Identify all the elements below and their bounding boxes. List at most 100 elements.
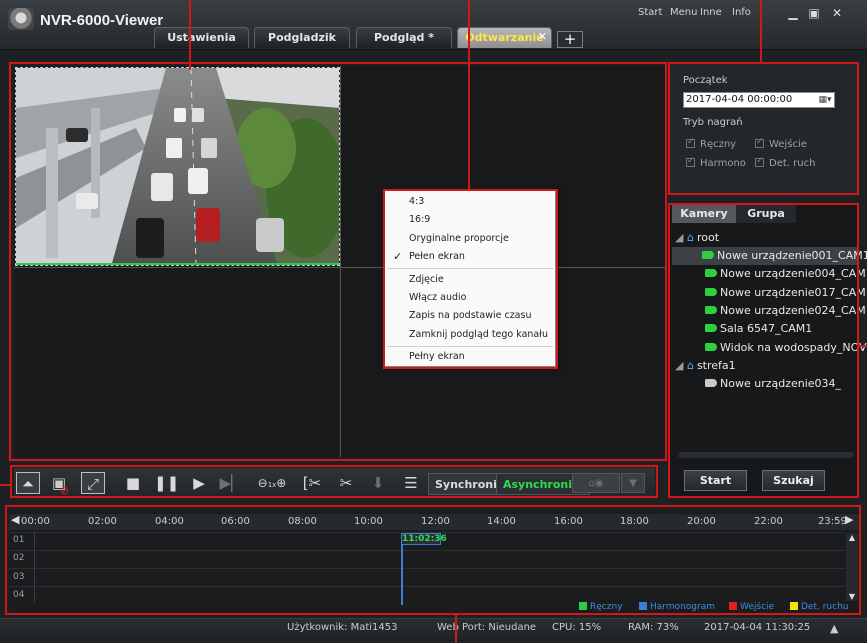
chevron-down-icon[interactable]: ▼ — [621, 473, 645, 493]
tree-label: Nowe urządzenie004_CAM1 — [720, 267, 867, 280]
camera-icon — [705, 288, 717, 296]
fullscreen-icon[interactable]: ⤢ — [81, 472, 105, 494]
timeline-row[interactable] — [9, 568, 845, 586]
list-icon[interactable]: ☰ — [399, 472, 423, 494]
menu-item-audio[interactable]: Włącz audio — [409, 290, 466, 306]
tree-camera-001[interactable]: Nowe urządzenie001_CAM1 — [672, 247, 867, 265]
tree-camera-017[interactable]: Nowe urządzenie017_CAM1 — [675, 284, 867, 302]
tab-odtwarzanie[interactable]: Odtwarzanie ✕ — [457, 27, 552, 48]
mode-schedule-checkbox[interactable]: Harmono — [686, 156, 746, 169]
tab-close-icon[interactable]: ✕ — [538, 27, 547, 47]
menu-item-4-3[interactable]: 4:3 — [409, 194, 424, 210]
timeline-row[interactable] — [9, 550, 845, 568]
tree-camera-024[interactable]: Nowe urządzenie024_CAM1 — [675, 302, 867, 320]
maximize-icon[interactable]: ▣ — [805, 5, 823, 21]
menu-item-16-9[interactable]: 16:9 — [409, 212, 430, 228]
menu-item-fill-screen[interactable]: Pełen ekran — [409, 249, 465, 265]
camera-view-1[interactable] — [15, 67, 340, 266]
mode-manual-checkbox[interactable]: Ręczny — [686, 137, 736, 150]
minimize-icon[interactable]: ▁ — [784, 5, 802, 21]
grid-divider — [14, 267, 665, 268]
camera-feed-image — [16, 68, 339, 265]
tab-groups[interactable]: Grupa — [736, 205, 796, 223]
menu-start[interactable]: Start — [638, 7, 662, 18]
tick-label: 14:00 — [487, 516, 516, 527]
legend-manual: Ręczny — [579, 602, 623, 612]
tree-group-strefa1[interactable]: ◢ ⌂ strefa1 — [675, 357, 736, 375]
home-icon: ⌂ — [686, 359, 694, 372]
tree-label: Nowe urządzenie034_ — [720, 377, 842, 390]
tree-camera-004[interactable]: Nowe urządzenie004_CAM1 — [675, 265, 867, 283]
timeline-left-icon[interactable]: ◀ — [11, 513, 19, 526]
annotation-pointer — [0, 484, 10, 486]
menu-item-original-ratio[interactable]: Oryginalne proporcje — [409, 231, 509, 247]
step-forward-icon[interactable]: ▶▏ — [219, 472, 243, 494]
layout-toggle-icon[interactable]: ⏶ — [16, 472, 40, 494]
menu-separator — [387, 268, 553, 269]
tree-camera-034[interactable]: Nowe urządzenie034_ — [675, 375, 841, 393]
tab-podgladzik[interactable]: Podgladzik — [254, 27, 350, 48]
menu-item-fullscreen[interactable]: Pełny ekran — [409, 349, 465, 365]
legend-label: Ręczny — [590, 602, 623, 612]
menu-item-close-view[interactable]: Zamknij podgląd tego kanału — [409, 327, 548, 343]
tick-label: 10:00 — [354, 516, 383, 527]
tab-ustawienia[interactable]: Ustawienia — [154, 27, 249, 48]
timeline-divider — [34, 532, 35, 602]
start-label: Początek — [683, 75, 728, 86]
speed-value: 1x — [267, 481, 277, 489]
legend-swatch — [729, 602, 737, 610]
tree-camera-sala[interactable]: Sala 6547_CAM1 — [675, 320, 812, 338]
legend-schedule: Harmonogram — [639, 602, 715, 612]
start-button[interactable]: Start — [684, 470, 747, 491]
tick-label: 23:59 — [818, 516, 847, 527]
calendar-icon[interactable]: ▦▾ — [817, 94, 833, 106]
search-button[interactable]: Szukaj — [762, 470, 825, 491]
speed-control[interactable]: ⊖1x⊕ — [248, 472, 296, 494]
legend-swatch — [579, 602, 587, 610]
tick-label: 12:00 — [421, 516, 450, 527]
menu-info[interactable]: Info — [732, 7, 751, 18]
timeline-row[interactable] — [9, 586, 845, 604]
mode-motion-checkbox[interactable]: Det. ruch — [755, 156, 816, 169]
expand-up-icon[interactable]: ▲ — [830, 622, 838, 635]
stop-icon[interactable]: ■ — [121, 472, 145, 494]
tab-label: Podgląd * — [373, 31, 435, 44]
close-icon[interactable]: ✕ — [828, 5, 846, 21]
legend-input: Wejście — [729, 602, 774, 612]
tree-label: Nowe urządzenie001_CAM1 — [717, 249, 867, 262]
timeline-scrollbar[interactable]: ▲ ▼ — [846, 533, 858, 601]
add-tab-button[interactable]: + — [557, 31, 583, 48]
tree-label: strefa1 — [696, 359, 736, 372]
tab-podglad[interactable]: Podgląd * — [356, 27, 452, 48]
checkbox-label: Det. ruch — [769, 158, 816, 169]
tick-label: 06:00 — [221, 516, 250, 527]
scroll-up-icon[interactable]: ▲ — [846, 533, 858, 542]
tree-scrollbar[interactable] — [678, 452, 854, 458]
download-icon[interactable]: ⬇ — [366, 472, 390, 494]
menu-menu[interactable]: Menu — [670, 7, 697, 18]
status-datetime: 2017-04-04 11:30:25 — [704, 622, 811, 633]
scissors-icon[interactable]: ✂ — [334, 472, 358, 494]
menu-item-timed-record[interactable]: Zapis na podstawie czasu — [409, 308, 531, 324]
expand-icon[interactable]: ◢ — [675, 359, 683, 372]
camera-icon — [705, 324, 717, 332]
checkbox-label: Wejście — [769, 139, 807, 150]
tab-cameras[interactable]: Kamery — [672, 205, 736, 223]
scroll-down-icon[interactable]: ▼ — [846, 592, 858, 601]
annotation-pointer — [760, 0, 762, 62]
menu-inne[interactable]: Inne — [700, 7, 722, 18]
tree-group-root[interactable]: ◢ ⌂ root — [675, 229, 719, 247]
tree-label: Nowe urządzenie017_CAM1 — [720, 286, 867, 299]
checkbox-label: Harmono — [700, 158, 746, 169]
play-icon[interactable]: ▶ — [187, 472, 211, 494]
stop-all-views-icon[interactable]: ▣ ⊘ — [47, 472, 71, 497]
menu-item-snapshot[interactable]: Zdjęcie — [409, 272, 444, 288]
legend-swatch — [639, 602, 647, 610]
channel-group-icon[interactable]: ⌂◉ — [572, 473, 620, 493]
start-datetime-field[interactable]: 2017-04-04 00:00:00 ▦▾ — [683, 92, 835, 108]
clip-start-icon[interactable]: [✂ — [300, 472, 324, 494]
expand-icon[interactable]: ◢ — [675, 231, 683, 244]
pause-icon[interactable]: ❚❚ — [154, 472, 179, 494]
mode-input-checkbox[interactable]: Wejście — [755, 137, 807, 150]
tree-camera-wodospady[interactable]: Widok na wodospady_NOVU — [675, 339, 867, 357]
